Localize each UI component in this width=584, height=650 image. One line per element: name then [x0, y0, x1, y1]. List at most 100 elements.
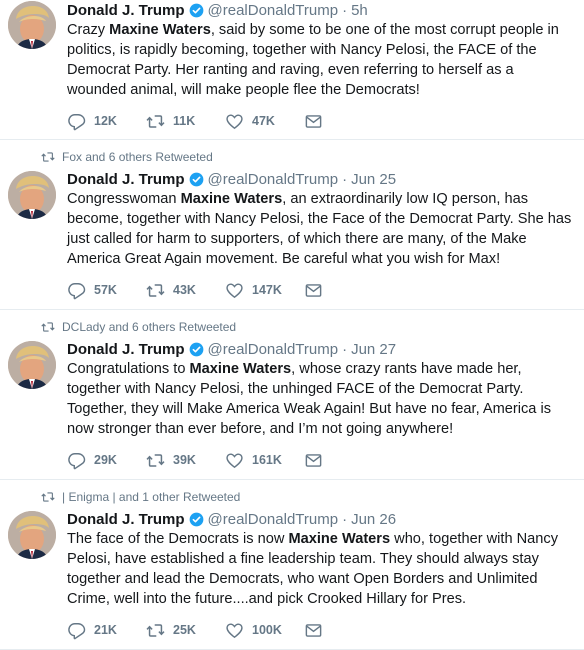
author-handle[interactable]: @realDonaldTrump [208, 341, 339, 358]
highlighted-term: Maxine Waters [109, 22, 211, 38]
dm-button[interactable] [304, 281, 383, 300]
avatar-image [8, 341, 56, 389]
dm-icon [304, 451, 323, 470]
avatar[interactable] [8, 171, 56, 219]
tweet-actions: 29K 39K 161K [67, 449, 572, 471]
author-handle[interactable]: @realDonaldTrump [208, 2, 339, 19]
tweet-time[interactable]: Jun 26 [351, 511, 396, 528]
like-icon [225, 621, 244, 640]
tweet-actions: 57K 43K 147K [67, 279, 572, 301]
tweet-card[interactable]: Donald J. Trump @realDonaldTrump · 5h Cr… [0, 0, 584, 140]
reply-button[interactable]: 21K [67, 621, 146, 640]
tweet-time[interactable]: 5h [351, 2, 368, 19]
retweet-context: Fox and 6 others Retweeted [40, 150, 213, 164]
tweet-text-part: The face of the Democrats is now [67, 531, 289, 547]
tweet-text-part: Congratulations to [67, 361, 190, 377]
like-count: 161K [252, 453, 282, 467]
highlighted-term: Maxine Waters [189, 361, 292, 377]
like-icon [225, 451, 244, 470]
like-count: 147K [252, 283, 282, 297]
highlighted-term: Maxine Waters [288, 531, 391, 547]
avatar[interactable] [8, 341, 56, 389]
tweet-card[interactable]: | Enigma | and 1 other Retweeted Donald … [0, 480, 584, 650]
tweet-header: Donald J. Trump @realDonaldTrump · Jun 2… [67, 509, 572, 529]
tweet-text: The face of the Democrats is now Maxine … [67, 529, 572, 609]
separator-dot: · [342, 1, 348, 19]
like-button[interactable]: 161K [225, 451, 304, 470]
like-button[interactable]: 147K [225, 281, 304, 300]
dm-icon [304, 621, 323, 640]
reply-count: 12K [94, 114, 117, 128]
reply-count: 21K [94, 623, 117, 637]
separator-dot: · [342, 510, 348, 528]
reply-icon [67, 621, 86, 640]
dm-icon [304, 281, 323, 300]
retweet-icon [146, 112, 165, 131]
avatar[interactable] [8, 1, 56, 49]
reply-count: 57K [94, 283, 117, 297]
dm-button[interactable] [304, 621, 383, 640]
verified-icon [189, 342, 204, 357]
retweet-button[interactable]: 43K [146, 281, 225, 300]
tweet-text-part: Crazy [67, 22, 110, 38]
like-icon [225, 112, 244, 131]
author-handle[interactable]: @realDonaldTrump [208, 511, 339, 528]
author-name[interactable]: Donald J. Trump [67, 2, 185, 19]
timeline-feed: Donald J. Trump @realDonaldTrump · 5h Cr… [0, 0, 584, 650]
author-name[interactable]: Donald J. Trump [67, 511, 185, 528]
verified-icon [189, 512, 204, 527]
tweet-header: Donald J. Trump @realDonaldTrump · Jun 2… [67, 169, 572, 189]
highlighted-term: Maxine Waters [180, 191, 283, 207]
tweet-text: Congratulations to Maxine Waters, whose … [67, 359, 572, 439]
tweet-text: Crazy Maxine Waters, said by some to be … [67, 20, 572, 100]
verified-icon [189, 3, 204, 18]
retweet-context-icon [40, 320, 56, 334]
retweet-context-icon [40, 150, 56, 164]
retweet-count: 11K [173, 114, 196, 128]
reply-button[interactable]: 12K [67, 112, 146, 131]
like-button[interactable]: 47K [225, 112, 304, 131]
tweet-card[interactable]: Fox and 6 others Retweeted Donald J. Tru… [0, 140, 584, 310]
dm-button[interactable] [304, 451, 383, 470]
tweet-time[interactable]: Jun 25 [351, 171, 396, 188]
separator-dot: · [342, 170, 348, 188]
like-icon [225, 281, 244, 300]
reply-icon [67, 451, 86, 470]
retweeted-by-label[interactable]: DCLady and 6 others Retweeted [62, 320, 236, 334]
retweet-context: | Enigma | and 1 other Retweeted [40, 490, 240, 504]
tweet-actions: 12K 11K 47K [67, 110, 572, 132]
dm-button[interactable] [304, 112, 383, 131]
retweet-button[interactable]: 25K [146, 621, 225, 640]
reply-icon [67, 281, 86, 300]
like-button[interactable]: 100K [225, 621, 304, 640]
like-count: 100K [252, 623, 282, 637]
retweet-count: 43K [173, 283, 196, 297]
retweet-icon [146, 451, 165, 470]
author-handle[interactable]: @realDonaldTrump [208, 171, 339, 188]
tweet-text-part: Congresswoman [67, 191, 181, 207]
author-name[interactable]: Donald J. Trump [67, 341, 185, 358]
retweet-button[interactable]: 11K [146, 112, 225, 131]
retweet-button[interactable]: 39K [146, 451, 225, 470]
retweet-count: 39K [173, 453, 196, 467]
tweet-text: Congresswoman Maxine Waters, an extraord… [67, 189, 572, 269]
retweeted-by-label[interactable]: Fox and 6 others Retweeted [62, 150, 213, 164]
reply-button[interactable]: 29K [67, 451, 146, 470]
tweet-time[interactable]: Jun 27 [351, 341, 396, 358]
reply-button[interactable]: 57K [67, 281, 146, 300]
avatar-image [8, 171, 56, 219]
avatar-image [8, 1, 56, 49]
avatar[interactable] [8, 511, 56, 559]
tweet-actions: 21K 25K 100K [67, 619, 572, 641]
author-name[interactable]: Donald J. Trump [67, 171, 185, 188]
like-count: 47K [252, 114, 275, 128]
retweet-context: DCLady and 6 others Retweeted [40, 320, 236, 334]
verified-icon [189, 172, 204, 187]
retweeted-by-label[interactable]: | Enigma | and 1 other Retweeted [62, 490, 240, 504]
tweet-card[interactable]: DCLady and 6 others Retweeted Donald J. … [0, 310, 584, 480]
tweet-header: Donald J. Trump @realDonaldTrump · Jun 2… [67, 339, 572, 359]
reply-count: 29K [94, 453, 117, 467]
reply-icon [67, 112, 86, 131]
tweet-header: Donald J. Trump @realDonaldTrump · 5h [67, 0, 572, 20]
separator-dot: · [342, 340, 348, 358]
